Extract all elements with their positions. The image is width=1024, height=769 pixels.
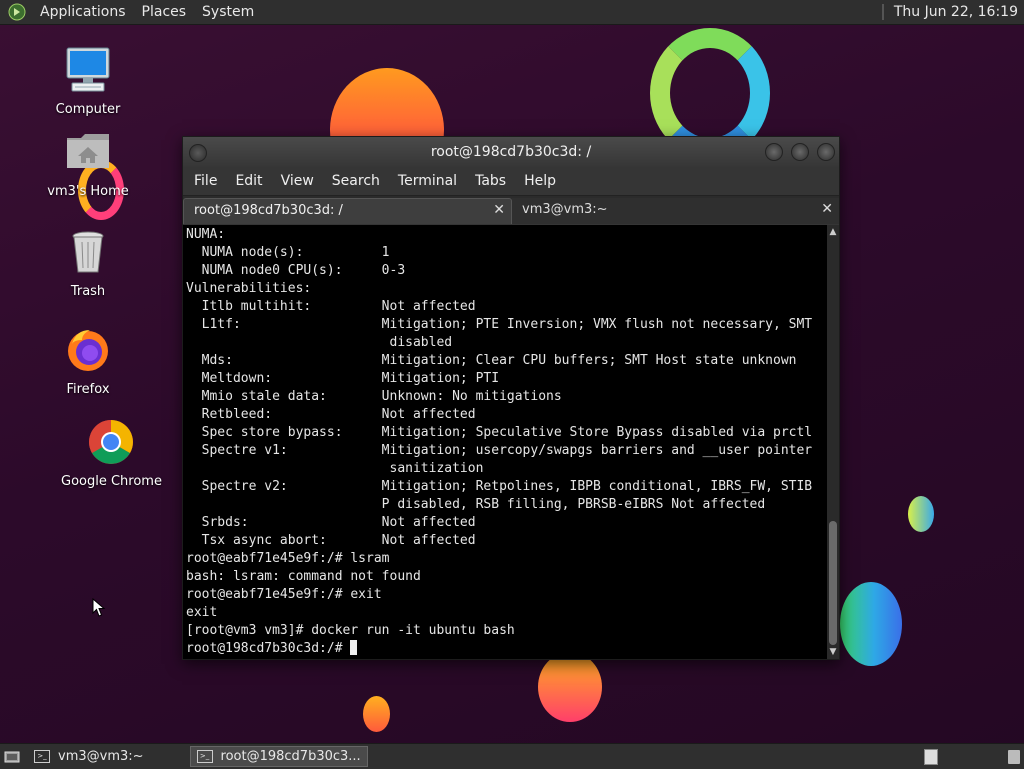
close-icon[interactable]: ✕ [493, 202, 505, 218]
tab-label: vm3@vm3:~ [522, 202, 608, 217]
terminal-menubar: File Edit View Search Terminal Tabs Help [183, 167, 839, 195]
terminal-prompt: root@198cd7b30c3d:/# [186, 641, 351, 656]
desktop-icon-firefox[interactable]: Firefox [38, 326, 138, 397]
close-button[interactable] [817, 143, 835, 161]
terminal-tabs: root@198cd7b30c3d: / ✕ vm3@vm3:~ ✕ [183, 195, 839, 224]
tab-root-container[interactable]: root@198cd7b30c3d: / ✕ [183, 198, 512, 224]
wallpaper-blue-shape [840, 582, 902, 666]
maximize-button[interactable] [791, 143, 809, 161]
taskbar-item-root[interactable]: >_ root@198cd7b30c3... [189, 746, 368, 767]
text-cursor [350, 640, 358, 655]
terminal-line: Spec store bypass: Mitigation; Speculati… [186, 425, 813, 440]
mouse-pointer-icon [92, 598, 106, 617]
taskbar-item-vm3[interactable]: >_ vm3@vm3:~ [28, 746, 150, 767]
terminal-line: disabled [186, 335, 453, 350]
tab-label: root@198cd7b30c3d: / [194, 203, 343, 218]
home-folder-icon [67, 134, 109, 168]
terminal-lines: NUMA: NUMA node(s): 1 NUMA node0 CPU(s):… [186, 226, 827, 640]
terminal-line: bash: lsram: command not found [186, 569, 421, 584]
bottom-panel: >_ vm3@vm3:~ >_ root@198cd7b30c3... [0, 743, 1024, 769]
menu-terminal[interactable]: Terminal [389, 173, 466, 189]
menu-edit[interactable]: Edit [226, 173, 271, 189]
system-menu[interactable]: System [194, 4, 262, 20]
menu-tabs[interactable]: Tabs [466, 173, 515, 189]
terminal-line: P disabled, RSB filling, PBRSB-eIBRS Not… [186, 497, 766, 512]
terminal-line: NUMA node0 CPU(s): 0-3 [186, 263, 406, 278]
computer-icon [66, 47, 110, 92]
trash-applet-icon[interactable] [1008, 749, 1020, 764]
panel-clock[interactable]: Thu Jun 22, 16:19 [894, 4, 1018, 20]
taskbar-item-label: vm3@vm3:~ [58, 749, 144, 764]
terminal-line: root@eabf71e45e9f:/# exit [186, 587, 382, 602]
terminal-line: Mds: Mitigation; Clear CPU buffers; SMT … [186, 353, 797, 368]
terminal-line: NUMA: [186, 227, 226, 242]
desktop-icon-computer[interactable]: Computer [38, 46, 138, 117]
minimize-button[interactable] [765, 143, 783, 161]
scrollbar-thumb[interactable] [829, 521, 837, 645]
terminal-prompt-line[interactable]: root@198cd7b30c3d:/# [186, 640, 827, 658]
wallpaper-orange-bottom-shape [538, 652, 602, 722]
close-icon[interactable]: ✕ [821, 201, 833, 217]
chrome-icon [89, 420, 133, 464]
terminal-line: [root@vm3 vm3]# docker run -it ubuntu ba… [186, 623, 515, 638]
menu-search[interactable]: Search [323, 173, 389, 189]
window-title: root@198cd7b30c3d: / [430, 144, 592, 160]
distro-logo-icon[interactable] [8, 3, 26, 21]
terminal-line: Retbleed: Not affected [186, 407, 476, 422]
terminal-line: Srbds: Not affected [186, 515, 476, 530]
places-menu[interactable]: Places [134, 4, 195, 20]
trash-icon [72, 231, 104, 273]
desktop-icon-home[interactable]: vm3's Home [38, 128, 138, 199]
terminal-icon: >_ [196, 750, 213, 763]
desktop-icon-label: Trash [70, 284, 106, 299]
panel-separator [881, 4, 884, 20]
window-titlebar[interactable]: root@198cd7b30c3d: / [183, 137, 839, 167]
desktop-icon-label: vm3's Home [47, 184, 129, 199]
terminal-line: Meltdown: Mitigation; PTI [186, 371, 500, 386]
desktop-icon-chrome[interactable]: Google Chrome [61, 418, 162, 489]
terminal-line: NUMA node(s): 1 [186, 245, 390, 260]
terminal-icon: >_ [34, 750, 50, 763]
desktop-icon-trash[interactable]: Trash [38, 228, 138, 299]
applications-menu[interactable]: Applications [32, 4, 134, 20]
terminal-output[interactable]: NUMA: NUMA node(s): 1 NUMA node0 CPU(s):… [183, 225, 827, 659]
desktop-icon-label: Google Chrome [61, 474, 162, 489]
wallpaper-green-shape [908, 496, 934, 532]
taskbar-item-label: root@198cd7b30c3... [220, 749, 361, 764]
terminal-line: sanitization [186, 461, 484, 476]
terminal-line: Spectre v2: Mitigation; Retpolines, IBPB… [186, 479, 813, 494]
terminal-line: exit [186, 605, 218, 620]
tab-vm3-host[interactable]: vm3@vm3:~ ✕ [512, 198, 839, 224]
terminal-line: Mmio stale data: Unknown: No mitigations [186, 389, 562, 404]
terminal-line: Itlb multihit: Not affected [186, 299, 476, 314]
terminal-line: L1tf: Mitigation; PTE Inversion; VMX flu… [186, 317, 813, 332]
scroll-up-arrow-icon[interactable]: ▲ [827, 226, 839, 238]
scroll-down-arrow-icon[interactable]: ▼ [827, 646, 839, 658]
terminal-window[interactable]: root@198cd7b30c3d: / File Edit View Sear… [182, 136, 840, 660]
terminal-line: Vulnerabilities: [186, 281, 312, 296]
desktop-icon-label: Firefox [66, 382, 110, 397]
terminal-line: root@eabf71e45e9f:/# lsram [186, 551, 390, 566]
menu-file[interactable]: File [183, 173, 226, 189]
top-panel: Applications Places System Thu Jun 22, 1… [0, 0, 1024, 25]
wallpaper-tiny-orange-shape [363, 696, 390, 732]
firefox-icon [68, 330, 108, 371]
terminal-line: Tsx async abort: Not affected [186, 533, 476, 548]
desktop-icon-label: Computer [55, 102, 121, 117]
menu-help[interactable]: Help [515, 173, 565, 189]
show-desktop-icon[interactable] [4, 749, 20, 765]
terminal-scrollbar[interactable]: ▲ ▼ [827, 225, 839, 659]
terminal-line: Spectre v1: Mitigation; usercopy/swapgs … [186, 443, 813, 458]
menu-view[interactable]: View [272, 173, 323, 189]
workspace-switcher[interactable] [924, 748, 938, 765]
